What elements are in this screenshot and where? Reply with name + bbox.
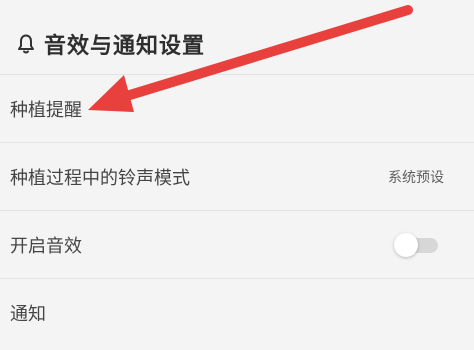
section-title: 音效与通知设置: [44, 34, 206, 59]
sound-notification-settings-panel: 音效与通知设置 种植提醒 种植过程中的铃声模式 系统预设 开启音效 通知: [0, 0, 474, 350]
divider: [0, 142, 474, 143]
divider: [0, 278, 474, 279]
row-label: 开启音效: [10, 236, 82, 257]
sound-effects-toggle[interactable]: [394, 233, 440, 257]
row-ringtone-mode[interactable]: 种植过程中的铃声模式 系统预设: [0, 144, 474, 210]
row-label: 种植提醒: [10, 100, 82, 121]
row-planting-reminder[interactable]: 种植提醒: [0, 76, 474, 142]
toggle-knob: [394, 233, 418, 257]
section-header: 音效与通知设置: [16, 24, 205, 64]
row-label: 通知: [10, 304, 46, 325]
divider: [0, 74, 474, 75]
row-label: 种植过程中的铃声模式: [10, 168, 190, 189]
row-notifications[interactable]: 通知: [0, 280, 474, 346]
row-enable-sound-effects: 开启音效: [0, 212, 474, 278]
row-value: 系统预设: [388, 170, 444, 186]
divider: [0, 210, 474, 211]
bell-icon: [18, 34, 34, 54]
